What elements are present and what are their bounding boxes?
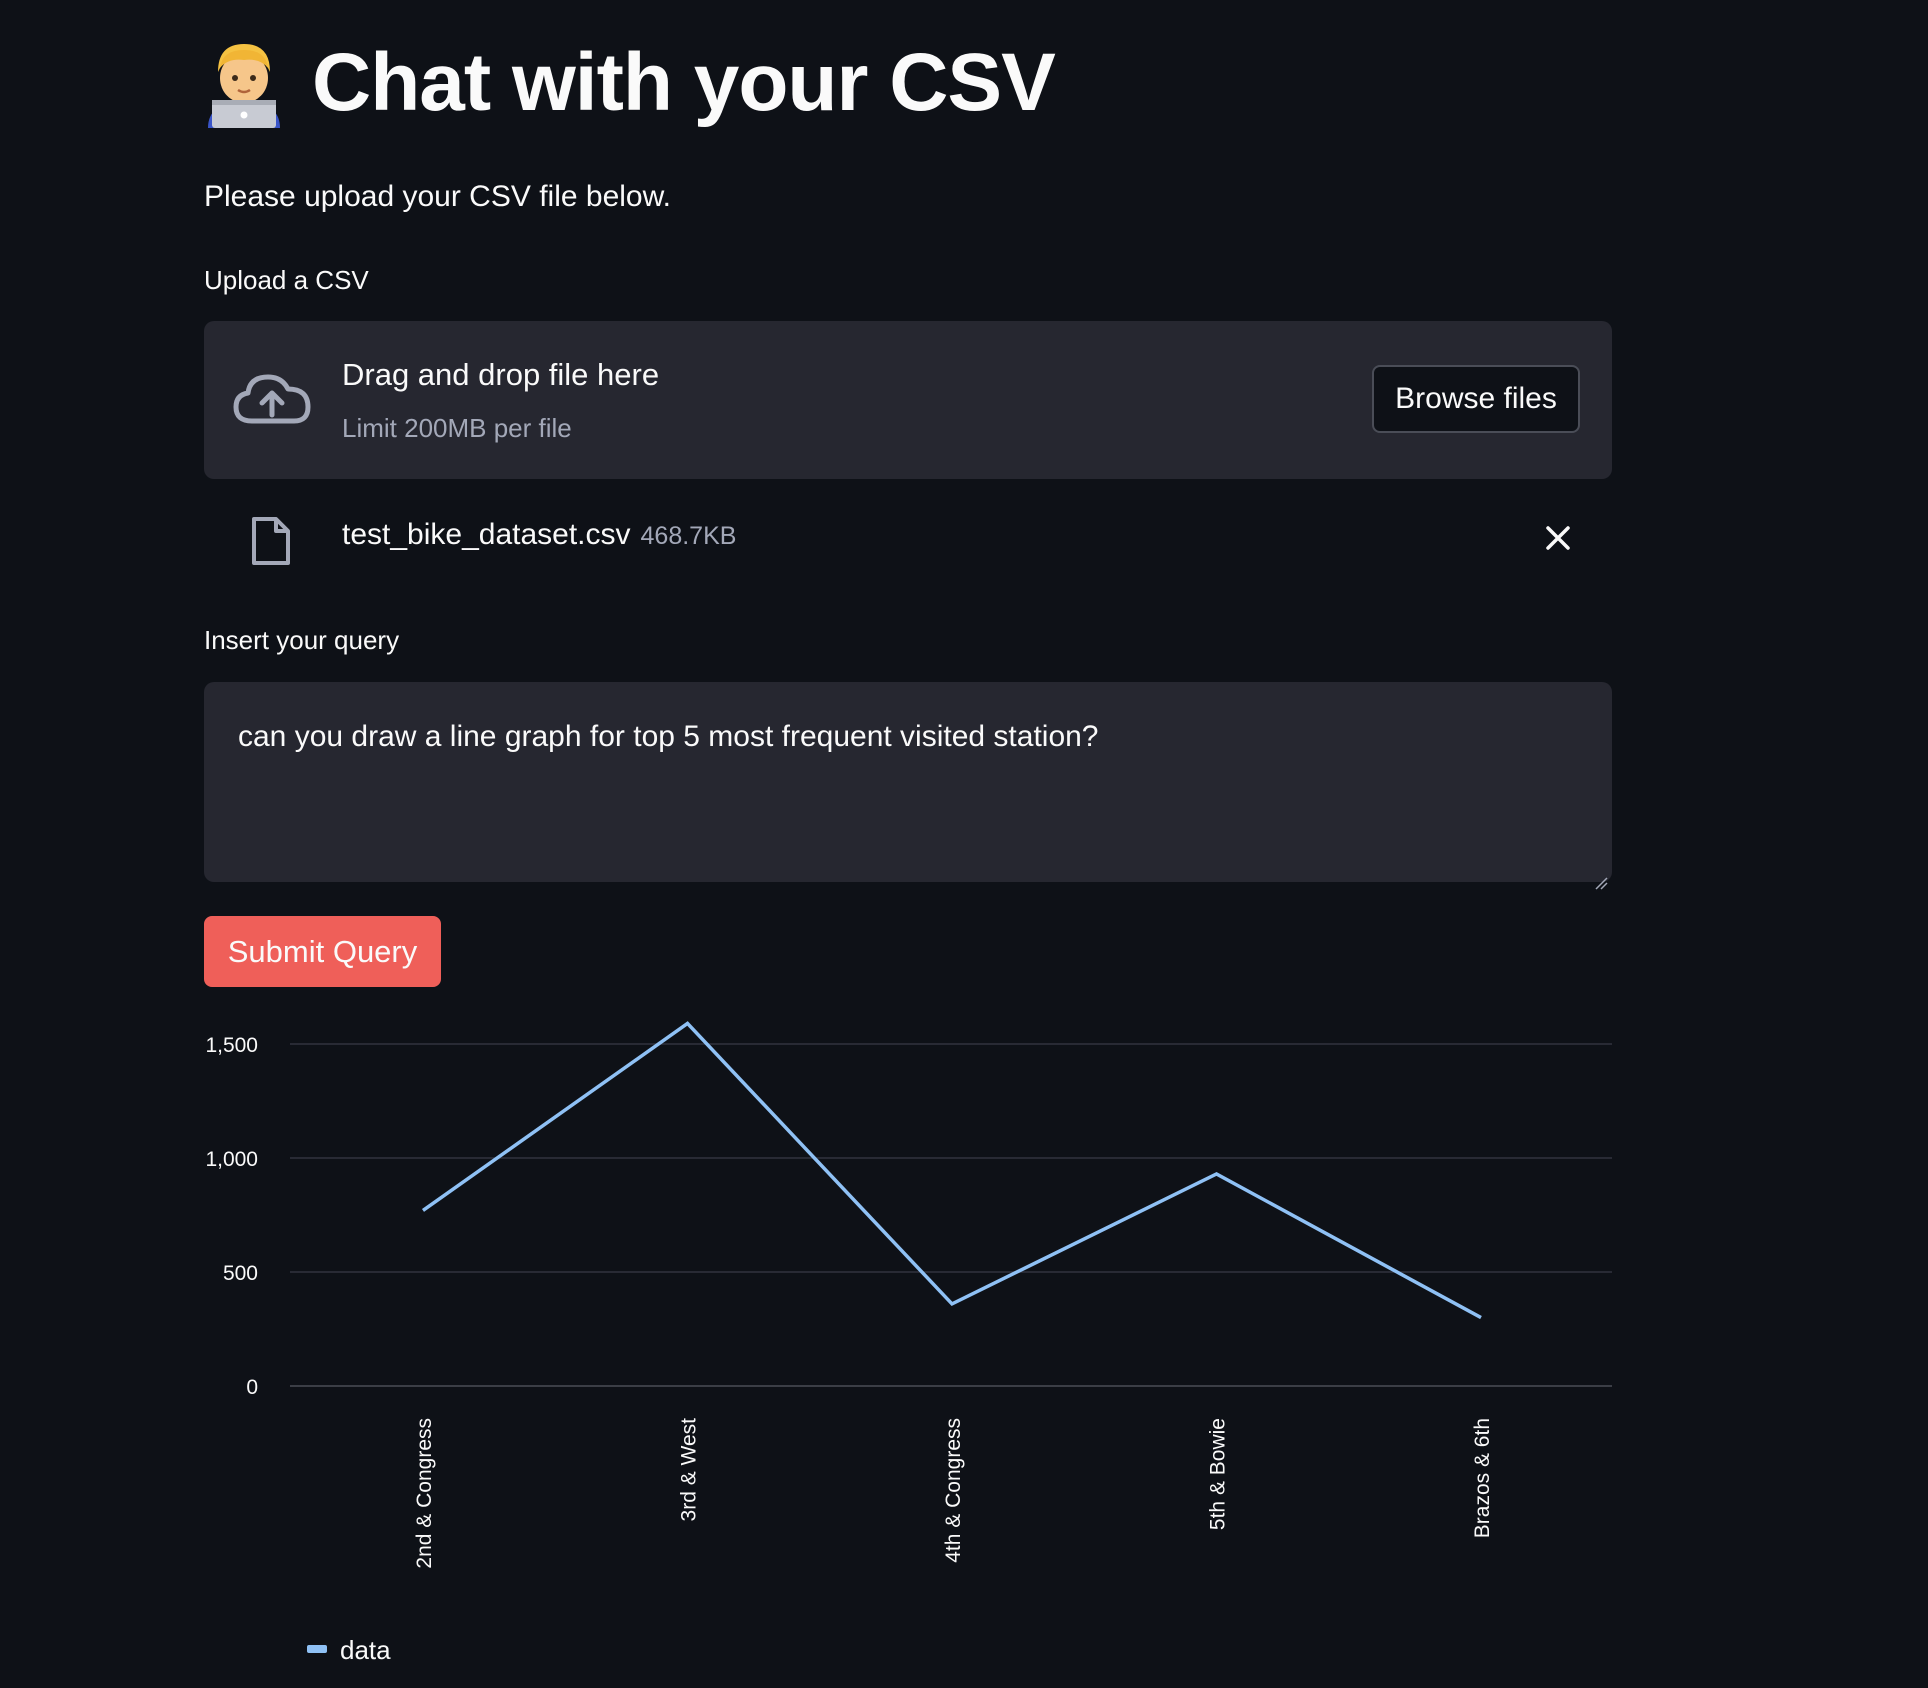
query-label: Insert your query bbox=[204, 625, 400, 655]
chart-y-axis: 0 500 1,000 1,500 bbox=[205, 1034, 258, 1399]
upload-label: Upload a CSV bbox=[204, 265, 369, 295]
legend-label: data bbox=[340, 1635, 391, 1665]
query-textarea[interactable]: can you draw a line graph for top 5 most… bbox=[204, 682, 1612, 890]
series-line bbox=[421, 1021, 1482, 1320]
y-tick-label: 0 bbox=[246, 1376, 258, 1399]
file-icon bbox=[250, 516, 292, 566]
resize-handle-icon[interactable] bbox=[1594, 864, 1608, 890]
y-tick-label: 1,500 bbox=[205, 1034, 258, 1057]
uploaded-file-info: test_bike_dataset.csv 468.7KB bbox=[342, 518, 736, 552]
submit-query-button[interactable]: Submit Query bbox=[204, 916, 441, 987]
chart-series bbox=[421, 1021, 1482, 1320]
file-dropzone[interactable]: Drag and drop file here Limit 200MB per … bbox=[204, 321, 1612, 479]
y-tick-label: 500 bbox=[223, 1262, 258, 1285]
y-tick-label: 1,000 bbox=[205, 1148, 258, 1171]
chart-x-axis: 2nd & Congress 3rd & West 4th & Congress 5t… bbox=[413, 1418, 1494, 1569]
dropzone-limit: Limit 200MB per file bbox=[342, 413, 572, 443]
dropzone-instructions: Drag and drop file here bbox=[342, 357, 660, 392]
page-subtitle: Please upload your CSV file below. bbox=[204, 180, 671, 213]
chart-gridlines bbox=[290, 1043, 1612, 1387]
x-tick-label: 4th & Congress bbox=[942, 1418, 965, 1563]
x-tick-label: 5th & Bowie bbox=[1207, 1418, 1230, 1530]
remove-file-icon[interactable] bbox=[1538, 518, 1578, 558]
uploaded-file-item: test_bike_dataset.csv 468.7KB bbox=[204, 500, 1612, 580]
chart-legend: data bbox=[307, 1635, 391, 1665]
cloud-upload-icon bbox=[232, 369, 312, 429]
x-tick-label: 3rd & West bbox=[678, 1418, 701, 1522]
technologist-emoji-icon bbox=[204, 38, 284, 128]
page-title: Chat with your CSV bbox=[204, 36, 1056, 130]
browse-files-button[interactable]: Browse files bbox=[1372, 365, 1580, 433]
x-tick-label: Brazos & 6th bbox=[1471, 1418, 1494, 1538]
uploaded-file-size: 468.7KB bbox=[640, 522, 737, 550]
legend-swatch bbox=[307, 1645, 327, 1653]
x-tick-label: 2nd & Congress bbox=[413, 1418, 436, 1569]
uploaded-file-name: test_bike_dataset.csv bbox=[342, 518, 631, 551]
query-text: can you draw a line graph for top 5 most… bbox=[238, 720, 1099, 753]
page-title-text: Chat with your CSV bbox=[312, 37, 1056, 128]
